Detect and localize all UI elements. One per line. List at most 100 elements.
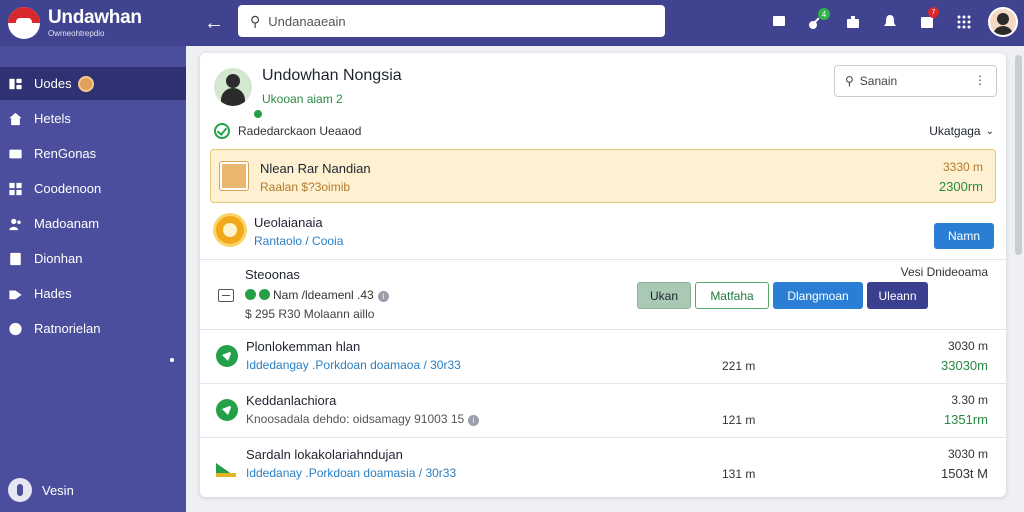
- feature-row: Ueolaianaia Rantaolo / Cooia Namn: [214, 213, 994, 253]
- online-status-icon: [252, 108, 264, 120]
- brand[interactable]: Undawhan Owmeohtrepdio: [0, 0, 186, 46]
- grid-icon: [8, 182, 23, 196]
- card-search-placeholder: Sanain: [859, 74, 898, 88]
- language-select[interactable]: Ukatgaga ⌄: [929, 124, 994, 138]
- sidebar-item-hetels[interactable]: Hetels: [0, 102, 186, 135]
- verified-row: Radedarckaon Ueaaod: [214, 123, 361, 139]
- sidebar-item-label: Coodenoon: [34, 181, 102, 196]
- item-title: Plonlokemman hlan: [246, 339, 361, 354]
- action-button-4[interactable]: Uleann: [867, 282, 928, 309]
- item-subtitle: Knoosadala dehdo: oidsamagy 91003 15 i: [246, 412, 480, 426]
- sidebar-item-coodenoon[interactable]: Coodenoon: [0, 172, 186, 205]
- language-label: Ukatgaga: [929, 124, 981, 138]
- primary-action-button[interactable]: Namn: [934, 223, 994, 249]
- highlighted-row[interactable]: Nlean Rar Nandian Raalan $?3oimib 3330 m…: [210, 149, 996, 203]
- status-dot-icon: [245, 289, 256, 300]
- item-value-top: 3.30 m: [951, 393, 988, 407]
- notification-badge-green: 4: [818, 8, 830, 20]
- status-dot-icon: [259, 289, 270, 300]
- main-card: Undowhan Nongsia Ukooan aiam 2 ⚲ Sanain …: [200, 53, 1006, 497]
- top-search-input[interactable]: ⚲ Undanaaeain: [238, 5, 665, 37]
- item-title: Sardaln lokakolariahndujan: [246, 447, 403, 462]
- sidebar-item-hades[interactable]: Hades: [0, 277, 186, 310]
- check-circle-icon: [214, 123, 230, 139]
- sidebar-item-label: Hades: [34, 286, 72, 301]
- item-value-top: 3030 m: [947, 339, 988, 353]
- sidebar-footer[interactable]: Vesin: [8, 478, 74, 502]
- list-item[interactable]: Plonlokemman hlan Iddedangay .Porkdoan d…: [214, 339, 994, 385]
- item-value-bottom: 1503t M: [941, 466, 988, 481]
- feature-title: Ueolaianaia: [254, 215, 323, 230]
- profile-avatar[interactable]: [214, 67, 252, 106]
- item-title: Keddanlachiora: [246, 393, 337, 408]
- item-value-bottom: 33030m: [941, 358, 988, 373]
- action-button-3[interactable]: Dlangmoan: [773, 282, 863, 309]
- sidebar-item-label: Ratnorielan: [34, 321, 101, 336]
- feature-subtitle: Rantaolo / Cooia: [254, 234, 344, 248]
- sidebar-item-dionhan[interactable]: Dionhan: [0, 242, 186, 275]
- brand-subtitle: Owmeohtrepdio: [48, 29, 105, 38]
- sidebar-item-label: Dionhan: [34, 251, 83, 266]
- dashboard-icon: [8, 77, 23, 91]
- sidebar: Undawhan Owmeohtrepdio Uodes Hetels RenG…: [0, 0, 186, 512]
- search-icon: ⚲: [845, 74, 854, 88]
- section-row: Steoonas Nam /ldeamenl .43 i $ 295 R30 Mo…: [214, 265, 994, 327]
- item-subtitle-text: Knoosadala dehdo: oidsamagy 91003 15: [246, 412, 465, 426]
- more-options-icon[interactable]: ⋮: [974, 73, 986, 87]
- sidebar-item-uodes[interactable]: Uodes: [0, 67, 186, 100]
- action-button-1[interactable]: Ukan: [637, 282, 691, 309]
- profile-status: Ukooan aiam 2: [262, 92, 343, 106]
- bell-icon[interactable]: [873, 7, 906, 37]
- item-subtitle: Iddedanay .Porkdoan doamasia / 30r33: [246, 466, 457, 480]
- sidebar-item-madoanam[interactable]: Madoanam: [0, 207, 186, 240]
- key-icon[interactable]: 4: [799, 7, 832, 37]
- sun-icon: [216, 216, 244, 244]
- list-item[interactable]: Keddanlachiora Knoosadala dehdo: oidsama…: [214, 393, 994, 439]
- search-icon: ⚲: [250, 12, 261, 29]
- sidebar-item-ratnorielan[interactable]: Ratnorielan: [0, 312, 186, 345]
- minus-box-icon[interactable]: [218, 289, 234, 302]
- chevron-down-icon: ⌄: [985, 125, 994, 137]
- thumbnail-image: [220, 162, 248, 190]
- highlight-subtitle: Raalan $?3oimib: [260, 180, 351, 194]
- sidebar-nav: Uodes Hetels RenGonas Coodenoon Madoanam…: [0, 67, 186, 345]
- back-arrow-icon[interactable]: ←: [194, 3, 234, 43]
- item-distance: 221 m: [722, 359, 756, 373]
- section-meta: Nam /ldeamenl .43 i: [273, 288, 389, 302]
- top-bar: ← ⚲ Undanaaeain 4 7: [186, 0, 1024, 46]
- sidebar-item-label: Uodes: [34, 76, 72, 91]
- user-icon: [8, 478, 32, 502]
- briefcase-icon[interactable]: [836, 7, 869, 37]
- section-meta-text: Nam /ldeamenl .43: [273, 288, 374, 302]
- sidebar-indicator: [170, 358, 174, 362]
- divider: [200, 329, 1006, 330]
- notifications-icon[interactable]: 7: [910, 7, 943, 37]
- highlight-value-bottom: 2300rm: [938, 179, 983, 194]
- sidebar-footer-label: Vesin: [42, 482, 74, 498]
- item-distance: 131 m: [722, 467, 756, 481]
- search-placeholder: Undanaaeain: [268, 13, 346, 29]
- section-price: $ 295 R30 Molaann aillo: [245, 307, 375, 321]
- people-icon: [8, 217, 23, 231]
- info-icon[interactable]: i: [468, 415, 480, 426]
- user-avatar[interactable]: [988, 7, 1018, 37]
- section-title: Steoonas: [245, 267, 300, 282]
- apps-grid-icon[interactable]: [947, 7, 980, 37]
- scrollbar[interactable]: [1015, 55, 1022, 255]
- action-button-2[interactable]: Matfaha: [695, 282, 769, 309]
- chat-icon[interactable]: [762, 7, 795, 37]
- item-subtitle: Iddedangay .Porkdoan doamaoa / 30r33: [246, 358, 461, 372]
- item-value-bottom: 1351rm: [943, 412, 988, 427]
- profile-header: Undowhan Nongsia Ukooan aiam 2: [214, 67, 402, 120]
- chat-bubble-icon: [216, 399, 238, 421]
- top-icons: 4 7: [762, 7, 1018, 37]
- info-icon[interactable]: i: [377, 291, 389, 302]
- list-item[interactable]: Sardaln lokakolariahndujan Iddedanay .Po…: [214, 447, 994, 493]
- chat-bubble-icon: [216, 345, 238, 367]
- card-search-input[interactable]: ⚲ Sanain ⋮: [834, 65, 997, 97]
- brand-logo-icon: [8, 7, 40, 39]
- notification-badge-red: 7: [928, 7, 939, 18]
- divider: [200, 383, 1006, 384]
- sidebar-item-rengonas[interactable]: RenGonas: [0, 137, 186, 170]
- chart-icon: [216, 461, 236, 477]
